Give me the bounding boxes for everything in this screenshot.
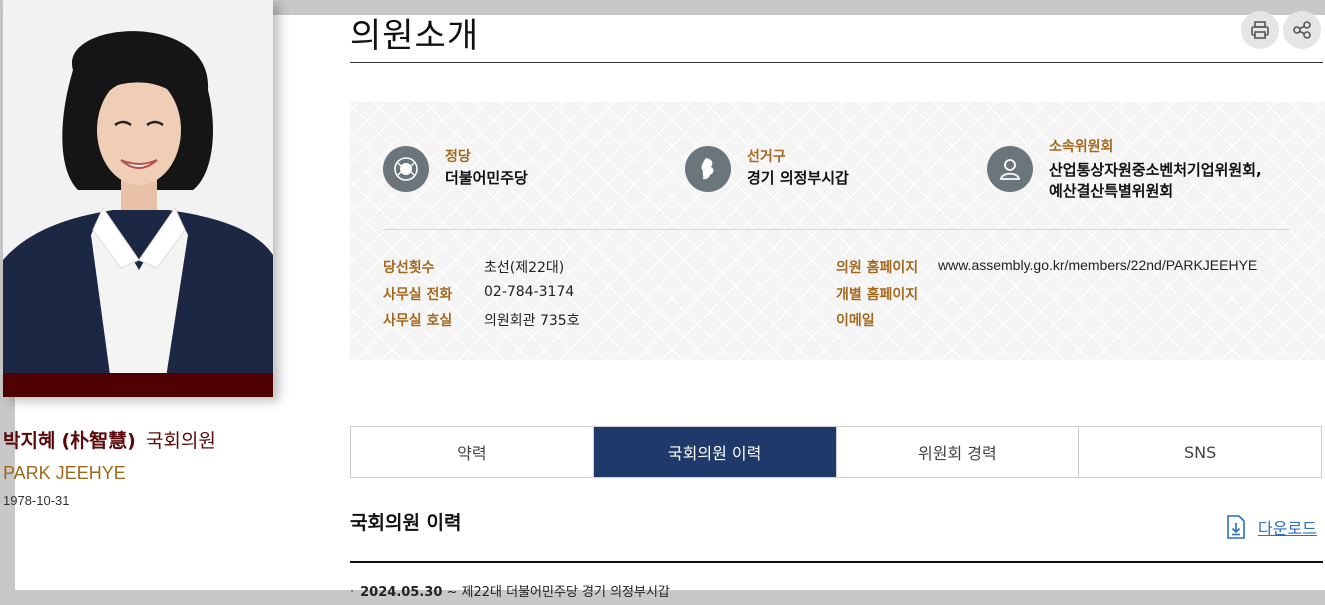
tab-bar: 약력 국회의원 이력 위원회 경력 SNS xyxy=(350,426,1322,478)
title-divider xyxy=(350,62,1323,63)
download-label[interactable]: 다운로드 xyxy=(1258,515,1317,539)
emblem-icon xyxy=(383,146,429,192)
committee-label: 소속위원회 xyxy=(1049,139,1114,155)
member-role: 국회의원 xyxy=(145,430,216,452)
party-value: 더불어민주당 xyxy=(445,169,528,187)
share-button[interactable] xyxy=(1283,11,1321,49)
portrait-image xyxy=(3,0,273,397)
member-name: 박지혜 (朴智慧) 국회의원 xyxy=(3,426,216,453)
homepage-link[interactable]: www.assembly.go.kr/members/22nd/PARKJEEH… xyxy=(938,257,1257,273)
section-title: 국회의원 이력 xyxy=(350,512,462,534)
tab-committee-career[interactable]: 위원회 경력 xyxy=(836,427,1080,477)
tab-profile[interactable]: 약력 xyxy=(351,427,594,477)
detail-value: 의원회관 735호 xyxy=(484,313,580,329)
person-icon xyxy=(987,146,1033,192)
detail-label: 이메일 xyxy=(836,313,875,329)
detail-value: 초선(제22대) xyxy=(484,260,565,276)
map-icon xyxy=(685,146,731,192)
member-name-english: PARK JEEHYE xyxy=(3,463,126,483)
history-text: ~ 제22대 더불어민주당 경기 의정부시갑 xyxy=(442,585,670,600)
member-birth-date: 1978-10-31 xyxy=(3,493,70,508)
page: 박지혜 (朴智慧) 국회의원 PARK JEEHYE 1978-10-31 의원… xyxy=(0,0,1325,605)
district-value: 경기 의정부시갑 xyxy=(747,169,849,187)
panel-divider xyxy=(383,229,1290,230)
page-title: 의원소개 xyxy=(350,16,480,56)
tab-sns[interactable]: SNS xyxy=(1079,427,1321,477)
detail-value: 02-784-3174 xyxy=(484,284,575,300)
detail-label: 의원 홈페이지 xyxy=(836,260,919,276)
member-info-panel: 정당 더불어민주당 선거구 경기 의정부시갑 소속위원회 산업통상자원중소벤처기… xyxy=(350,102,1325,360)
tab-assembly-history[interactable]: 국회의원 이력 xyxy=(593,427,837,477)
bullet: · xyxy=(350,585,355,600)
section-divider xyxy=(350,561,1323,563)
district-label: 선거구 xyxy=(747,149,786,165)
member-name-korean: 박지혜 xyxy=(3,430,56,452)
committee-value-2: 예산결산특별위원회 xyxy=(1049,182,1174,200)
detail-label: 개별 홈페이지 xyxy=(836,287,919,303)
share-icon xyxy=(1293,21,1311,39)
party-label: 정당 xyxy=(445,149,471,165)
detail-label: 사무실 호실 xyxy=(383,313,453,329)
print-icon xyxy=(1251,21,1269,39)
member-name-hanja: (朴智慧) xyxy=(61,430,136,452)
history-date: 2024.05.30 xyxy=(360,585,443,600)
history-item: · 2024.05.30 ~ 제22대 더불어민주당 경기 의정부시갑 xyxy=(350,581,670,600)
detail-label: 사무실 전화 xyxy=(383,287,453,303)
member-photo xyxy=(3,0,273,397)
detail-label: 당선횟수 xyxy=(383,260,435,276)
print-button[interactable] xyxy=(1241,11,1279,49)
committee-value-1: 산업통상자원중소벤처기업위원회, xyxy=(1049,161,1262,179)
download-icon xyxy=(1227,515,1245,539)
download-button[interactable]: 다운로드 xyxy=(1226,515,1317,539)
